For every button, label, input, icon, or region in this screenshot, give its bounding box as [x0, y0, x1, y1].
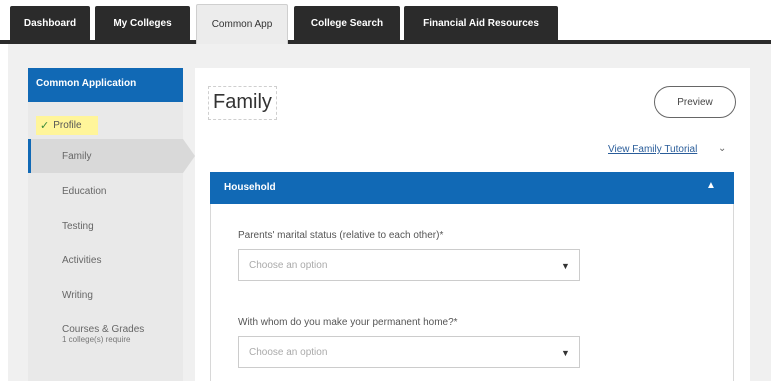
sidebar-item-sublabel: 1 college(s) require	[62, 335, 131, 344]
caret-down-icon[interactable]: ▼	[561, 348, 570, 358]
sidebar-item-label-group: Courses & Grades 1 college(s) require	[62, 324, 144, 344]
sidebar-item-label: Writing	[62, 289, 93, 301]
sidebar-item-writing[interactable]: Writing	[28, 278, 183, 312]
tab-dashboard[interactable]: Dashboard	[10, 6, 90, 40]
permanent-home-select[interactable]: Choose an option	[238, 336, 580, 368]
sidebar-item-family[interactable]: Family	[28, 139, 183, 173]
view-family-tutorial-link[interactable]: View Family Tutorial	[608, 144, 697, 155]
check-icon: ✓	[40, 119, 50, 132]
sidebar-item-activities[interactable]: Activities	[28, 243, 183, 277]
sidebar-item-label: Education	[62, 185, 107, 197]
sidebar-item-courses-grades[interactable]: Courses & Grades 1 college(s) require	[28, 314, 183, 354]
sidebar-item-education[interactable]: Education	[28, 174, 183, 208]
sidebar-item-label: Profile	[53, 119, 82, 131]
sidebar-item-profile[interactable]: ✓ Profile	[28, 108, 183, 142]
sidebar-header: Common Application	[28, 68, 183, 102]
sidebar-item-label: Testing	[62, 220, 94, 232]
question-label-marital-status: Parents' marital status (relative to eac…	[238, 230, 444, 241]
sidebar-item-label: Courses & Grades	[62, 324, 145, 335]
preview-button[interactable]: Preview	[654, 86, 736, 118]
page-title: Family	[208, 86, 277, 120]
caret-down-icon[interactable]: ▼	[561, 261, 570, 271]
chevron-down-icon[interactable]: ⌄	[718, 143, 726, 154]
question-label-permanent-home: With whom do you make your permanent hom…	[238, 317, 458, 328]
active-item-arrow	[183, 139, 195, 173]
profile-highlight: ✓ Profile	[36, 115, 98, 135]
sidebar-item-label: Family	[62, 150, 92, 162]
section-header-household[interactable]: Household	[210, 172, 734, 204]
tab-my-colleges[interactable]: My Colleges	[95, 6, 190, 40]
chevron-up-icon[interactable]: ▲	[706, 180, 716, 191]
top-nav: Dashboard My Colleges Common App College…	[0, 0, 771, 44]
tab-financial-aid-resources[interactable]: Financial Aid Resources	[404, 6, 558, 40]
sidebar-item-testing[interactable]: Testing	[28, 209, 183, 243]
tab-college-search[interactable]: College Search	[294, 6, 400, 40]
tab-common-app[interactable]: Common App	[196, 4, 288, 44]
marital-status-select[interactable]: Choose an option	[238, 249, 580, 281]
sidebar-item-label: Activities	[62, 254, 102, 266]
